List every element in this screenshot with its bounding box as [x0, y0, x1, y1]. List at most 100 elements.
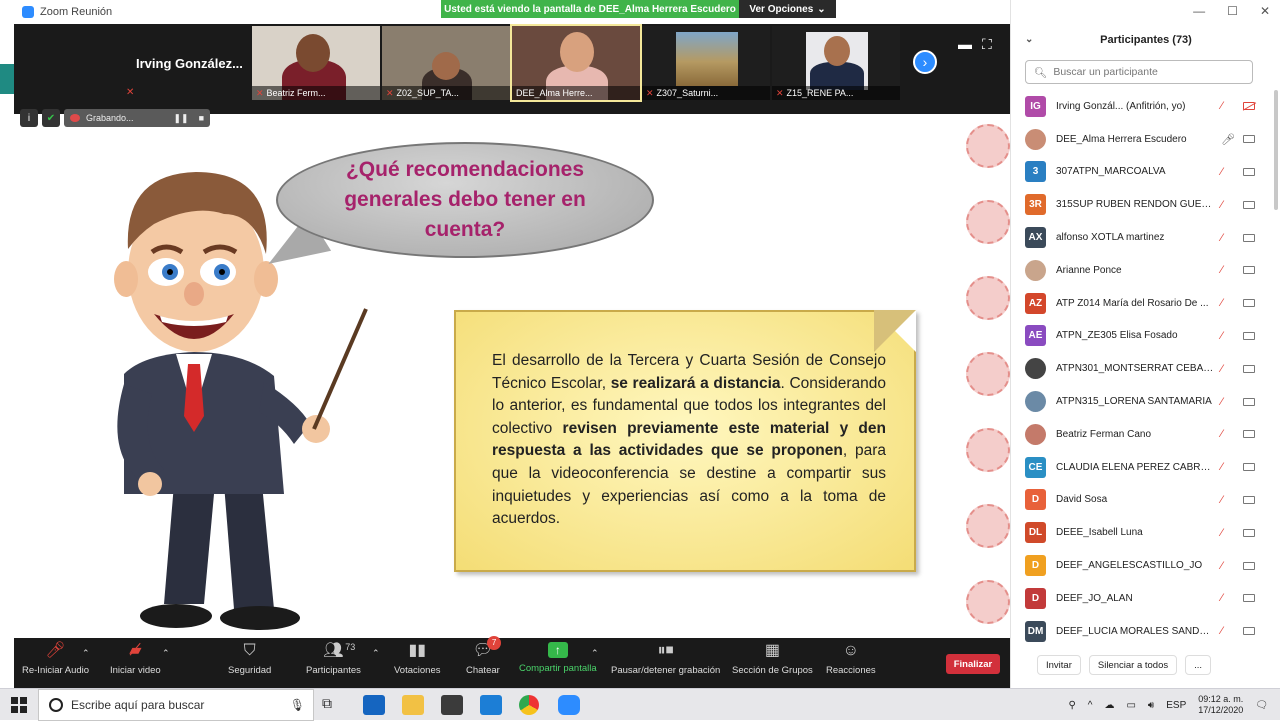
participant-row[interactable]: Arianne Ponce ⁄: [1011, 254, 1280, 287]
polls-button[interactable]: ▮▮ Votaciones: [394, 642, 440, 676]
video-icon: [1243, 200, 1255, 209]
note-text-bold: se realizará a distancia: [610, 374, 781, 392]
participant-row[interactable]: Beatriz Ferman Cano ⁄: [1011, 418, 1280, 451]
audio-caret-icon[interactable]: ⌃: [82, 648, 90, 659]
security-button[interactable]: ⛉ Seguridad: [228, 642, 271, 676]
zoom-taskbar-icon[interactable]: [558, 695, 580, 715]
taskbar-clock[interactable]: 09:12 a. m. 17/12/2020: [1198, 694, 1243, 716]
minimize-video-icon[interactable]: ▬: [958, 36, 972, 53]
windows-start-icon[interactable]: [0, 689, 38, 721]
chevron-up-icon[interactable]: ^: [1088, 700, 1093, 711]
breakout-rooms-label: Sección de Grupos: [732, 665, 813, 676]
participant-row[interactable]: DM DEEF_LUCIA MORALES SANDOV... ⁄: [1011, 615, 1280, 648]
network-icon[interactable]: ▭: [1126, 700, 1135, 711]
muted-mic-icon: ⁄: [1221, 297, 1223, 310]
participant-row[interactable]: IG Irving Gonzál... (Anfitrión, yo) ⁄: [1011, 90, 1280, 123]
participant-row[interactable]: AZ ATP Z014 María del Rosario De ... ⁄: [1011, 287, 1280, 320]
clock-time: 09:12 a. m.: [1198, 694, 1244, 704]
share-screen-button[interactable]: ↑ Compartir pantalla: [519, 642, 597, 674]
minimize-icon[interactable]: —: [1193, 4, 1205, 18]
video-caret-icon[interactable]: ⌃: [162, 648, 170, 659]
participant-search-input[interactable]: 🔍︎ Buscar un participante: [1025, 60, 1253, 84]
chevron-down-icon[interactable]: ⌄: [1025, 34, 1033, 45]
meeting-toolbar: 🎤︎ Re-Iniciar Audio ⌃ ▰̸ Iniciar video ⌃ ⛉…: [14, 636, 1010, 688]
video-tile-active-speaker[interactable]: DEE_Alma Herre...: [510, 24, 642, 102]
muted-mic-icon: ✕: [256, 87, 264, 98]
info-icon[interactable]: i: [20, 109, 38, 127]
participant-row[interactable]: ATPN301_MONTSERRAT CEBALL... ⁄: [1011, 352, 1280, 385]
participant-row[interactable]: DL DEEE_Isabell Luna ⁄: [1011, 516, 1280, 549]
muted-mic-icon: ⁄: [1221, 461, 1223, 474]
end-meeting-button[interactable]: Finalizar: [946, 654, 1000, 674]
video-tile[interactable]: ✕ Beatriz Ferm...: [252, 26, 380, 100]
bar-chart-icon: ▮▮: [408, 642, 427, 659]
participants-button[interactable]: 👥︎ 73 Participantes: [306, 642, 361, 676]
participant-row[interactable]: DEE_Alma Herrera Escudero 🎤︎: [1011, 123, 1280, 156]
screen-share-banner: Usted está viendo la pantalla de DEE_Alm…: [441, 0, 739, 18]
tile-name-bar: ✕ Z02_SUP_TA...: [382, 86, 510, 100]
video-icon: [1243, 364, 1255, 373]
participant-row[interactable]: ATPN315_LORENA SANTAMARIA ⁄: [1011, 385, 1280, 418]
participant-row[interactable]: CE CLAUDIA ELENA PEREZ CABRER... ⁄: [1011, 451, 1280, 484]
mute-all-button[interactable]: Silenciar a todos: [1088, 655, 1178, 675]
share-caret-icon[interactable]: ⌃: [591, 648, 599, 659]
next-page-arrow-icon[interactable]: ›: [913, 50, 937, 74]
taskbar-search-input[interactable]: Escribe aquí para buscar 🎙︎: [38, 688, 314, 721]
participant-list-scrollbar[interactable]: [1274, 90, 1278, 210]
pause-recording-icon[interactable]: ❚❚: [173, 113, 188, 124]
shield-icon[interactable]: ✔: [42, 109, 60, 127]
video-tile[interactable]: ✕ Z15_RENE PA...: [772, 26, 900, 100]
participant-row[interactable]: 3 307ATPN_MARCOALVA ⁄: [1011, 156, 1280, 189]
stop-recording-icon[interactable]: ■: [199, 113, 204, 124]
language-indicator[interactable]: ESP: [1166, 700, 1186, 711]
pause-stop-recording-button[interactable]: ⏸︎⏹︎ Pausar/detener grabación: [611, 642, 720, 676]
participants-caret-icon[interactable]: ⌃: [372, 648, 380, 659]
participant-name: 315SUP RUBEN RENDON GUER...: [1056, 199, 1214, 211]
maximize-icon[interactable]: ☐: [1227, 4, 1238, 18]
host-name-label: Irving González...: [136, 56, 243, 71]
task-view-icon[interactable]: ⧉: [322, 695, 344, 715]
volume-icon[interactable]: 🔊︎: [1148, 700, 1154, 711]
microphone-icon[interactable]: 🎙︎: [290, 698, 305, 712]
edge-browser-icon[interactable]: [363, 695, 385, 715]
participant-row[interactable]: 3R 315SUP RUBEN RENDON GUER... ⁄: [1011, 188, 1280, 221]
participant-row[interactable]: D DEEF_ANGELESCASTILLO_JO ⁄: [1011, 549, 1280, 582]
participant-row[interactable]: AX alfonso XOTLA martinez ⁄: [1011, 221, 1280, 254]
start-video-button[interactable]: ▰̸ Iniciar video: [110, 642, 161, 676]
chat-button[interactable]: 💬︎ 7 Chatear: [466, 636, 502, 676]
view-options-button[interactable]: Ver Opciones ⌄: [739, 0, 836, 18]
participant-name: David Sosa: [1056, 494, 1108, 506]
store-icon[interactable]: [441, 695, 463, 715]
reinit-audio-button[interactable]: 🎤︎ Re-Iniciar Audio: [22, 642, 89, 676]
chat-label: Chatear: [466, 665, 500, 676]
muted-mic-icon: ⁄: [1221, 165, 1223, 178]
shared-slide: ¿Qué recomendaciones generales debo tene…: [14, 114, 1010, 638]
chrome-icon[interactable]: [519, 695, 539, 715]
video-tile[interactable]: ✕ Z307_Saturni...: [642, 26, 770, 100]
participant-row[interactable]: D David Sosa ⁄: [1011, 484, 1280, 517]
close-icon[interactable]: ✕: [1260, 4, 1270, 18]
video-tile-host[interactable]: Irving González... ✕: [122, 26, 252, 100]
participants-header: ⌄ Participantes (73): [1011, 34, 1280, 52]
file-explorer-icon[interactable]: [402, 695, 424, 715]
person-face: [296, 34, 330, 72]
notifications-icon[interactable]: 🗨︎: [1255, 700, 1268, 711]
mail-icon[interactable]: [480, 695, 502, 715]
breakout-rooms-button[interactable]: ▦ Sección de Grupos: [732, 642, 813, 676]
invite-button[interactable]: Invitar: [1037, 655, 1081, 675]
recording-indicator: Grabando... ❚❚ ■: [64, 109, 210, 127]
video-off-icon: [1243, 102, 1255, 111]
onedrive-icon[interactable]: ☁: [1104, 700, 1114, 711]
fullscreen-icon[interactable]: ⛶: [982, 36, 992, 53]
person-face: [824, 36, 850, 66]
participant-avatar: AZ: [1025, 292, 1046, 314]
video-tile[interactable]: ✕ Z02_SUP_TA...: [382, 26, 510, 100]
reactions-button[interactable]: ☺ Reacciones: [826, 642, 876, 676]
participant-row[interactable]: AE ATPN_ZE305 Elisa Fosado ⁄: [1011, 320, 1280, 353]
window-title: Zoom Reunión: [40, 6, 113, 18]
person-icon[interactable]: ⚲: [1068, 700, 1075, 711]
participant-avatar: [1025, 259, 1046, 281]
participant-row[interactable]: D DEEF_JO_ALAN ⁄: [1011, 582, 1280, 615]
more-options-button[interactable]: ...: [1185, 655, 1212, 675]
video-off-icon: ▰̸: [129, 642, 142, 659]
